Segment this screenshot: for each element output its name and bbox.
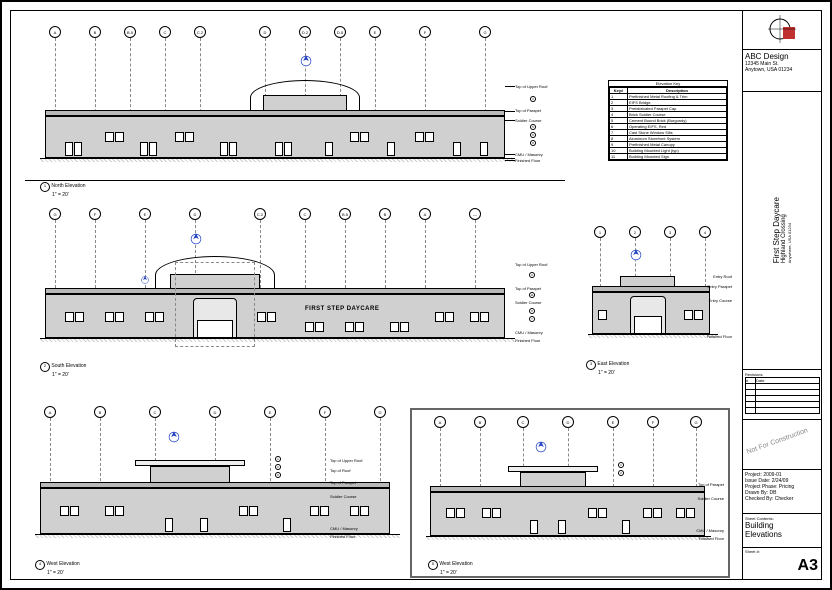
project-info: Project: 2009-01 Issue Date: 2/24/09 Pro… <box>743 470 822 514</box>
title-block: ABC Design 12345 Main St. Anytown, USA 0… <box>742 10 822 580</box>
east-elevation: 1 2 3 4 3 <box>580 220 730 375</box>
section-marker-icon <box>534 440 548 454</box>
firm-address2: Anytown, USA 01234 <box>745 67 820 73</box>
section-marker-icon <box>167 430 181 444</box>
firm-name: ABC Design <box>745 52 820 61</box>
drawing-area: Elevation Key Key#Description 1Prefinish… <box>10 10 738 580</box>
south-elevation: G F E D C.2 C B.5 B A — <box>25 202 585 377</box>
section-marker-icon <box>140 272 150 282</box>
sheet-title: Building <box>745 521 820 530</box>
revision-table: Revisions: #Date <box>743 370 822 420</box>
west-elevation: A B C D E F G <box>25 400 425 575</box>
section-marker-icon <box>189 232 203 246</box>
firm-logo <box>743 10 822 50</box>
section-marker-icon <box>299 54 313 68</box>
section-marker-icon <box>629 248 643 262</box>
view-title: 1 North Elevation 1" = 20' <box>40 182 86 198</box>
project-name-vertical: First Step Daycare Highland Crossing Any… <box>770 195 795 265</box>
building-signage: FIRST STEP DAYCARE <box>305 306 379 312</box>
logo-icon <box>768 15 798 45</box>
not-for-construction-stamp: Not For Construction <box>746 427 809 456</box>
west-elevation-copy: A B C D E F G <box>418 410 726 575</box>
drawing-sheet: Elevation Key Key#Description 1Prefinish… <box>0 0 832 590</box>
north-elevation: A B B.5 C C.2 D D.2 D.5 E F G <box>25 20 585 190</box>
sheet-number: A3 <box>743 555 822 577</box>
elevation-key-table: Elevation Key Key#Description 1Prefinish… <box>608 80 728 161</box>
